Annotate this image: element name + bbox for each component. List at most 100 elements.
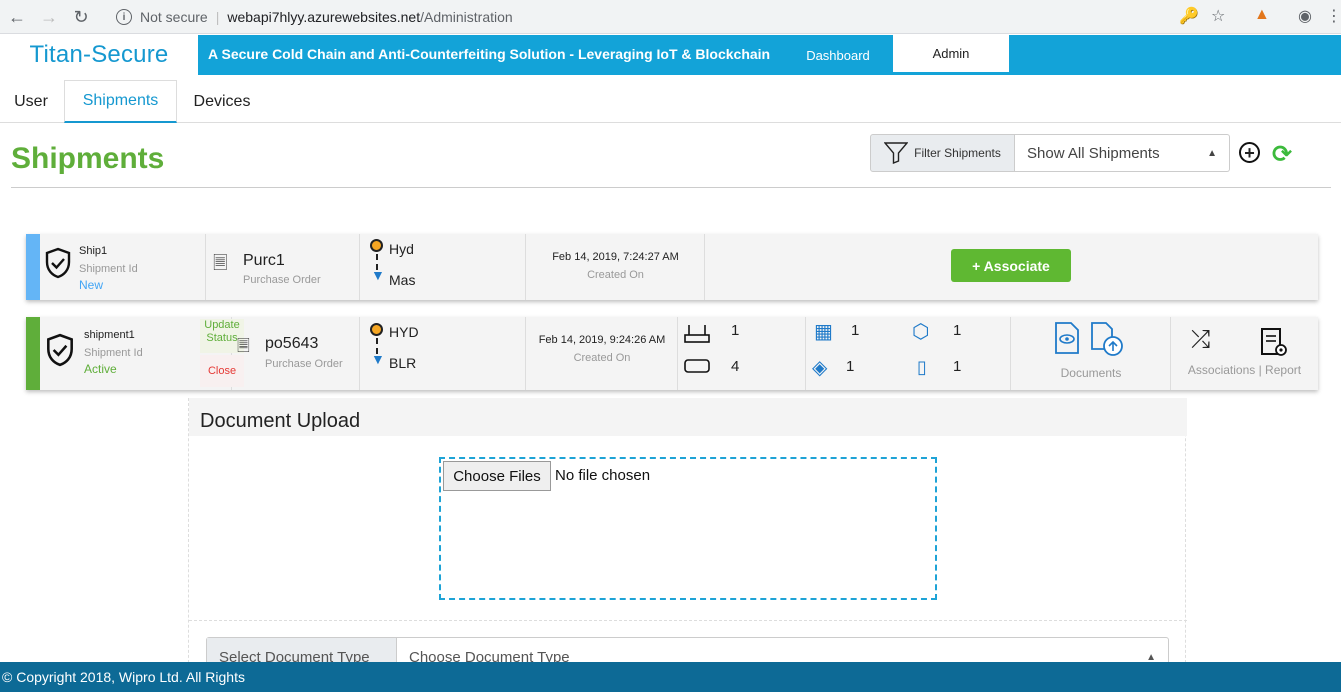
status-stripe xyxy=(26,234,40,300)
router-count: 1 xyxy=(731,322,740,339)
upload-document-icon[interactable] xyxy=(1089,321,1125,357)
shipment-filter-select[interactable]: Show All Shipments ▲ xyxy=(1015,134,1230,172)
add-shipment-icon[interactable]: + xyxy=(1239,142,1260,163)
status-badge: New xyxy=(79,278,104,292)
funnel-icon xyxy=(884,142,909,164)
route-cell: ▼ Hyd Mas xyxy=(360,234,526,300)
document-upload-title: Document Upload xyxy=(189,398,1187,436)
origin-pin-icon xyxy=(370,323,383,336)
file-drop-zone[interactable]: Choose Files No file chosen xyxy=(439,457,937,600)
nav-dashboard[interactable]: Dashboard xyxy=(788,35,888,75)
filter-button[interactable]: Filter Shipments xyxy=(870,134,1015,172)
container-count: 1 xyxy=(953,358,962,375)
status-badge: Active xyxy=(84,362,117,376)
nav-admin[interactable]: Admin xyxy=(893,35,1009,75)
po-label: Purchase Order xyxy=(243,274,321,286)
banner: A Secure Cold Chain and Anti-Counterfeit… xyxy=(198,35,1341,75)
container-icon: ▯ xyxy=(917,357,927,377)
associations-cell: ⤮ Associations | Report xyxy=(1171,317,1318,390)
view-document-icon[interactable] xyxy=(1053,321,1081,355)
key-icon[interactable]: 🔑 xyxy=(1179,6,1199,26)
created-date: Feb 14, 2019, 7:24:27 AM xyxy=(552,251,679,263)
document-upload-panel: Document Upload Choose Files No file cho… xyxy=(188,398,1187,677)
shipment-id-cell: shipment1 Shipment Id Active Update Stat… xyxy=(40,317,244,390)
star-icon[interactable]: ☆ xyxy=(1211,6,1225,26)
po-number: po5643 xyxy=(265,335,319,352)
brand-logo[interactable]: Titan-Secure xyxy=(0,35,198,75)
back-icon[interactable]: ← xyxy=(6,6,28,28)
extension-fox-icon[interactable]: ▲ xyxy=(1254,6,1270,24)
associate-button[interactable]: + Associate xyxy=(951,249,1071,282)
url-host: webapi7hlyy.azurewebsites.net xyxy=(227,9,421,25)
package-icon: ◈ xyxy=(812,357,828,379)
refresh-icon[interactable]: ⟳ xyxy=(1272,140,1292,169)
shipment-id-cell: Ship1 Shipment Id New xyxy=(40,234,206,300)
destination: Mas xyxy=(389,272,416,288)
address-bar[interactable]: i Not secure | webapi7hlyy.azurewebsites… xyxy=(104,4,1234,30)
filter-value: Show All Shipments xyxy=(1027,144,1160,162)
tray-icon xyxy=(684,359,710,373)
pallet-icon: ▦ xyxy=(814,321,833,343)
created-cell: Feb 14, 2019, 9:24:26 AM Created On xyxy=(526,317,678,390)
report-icon[interactable] xyxy=(1259,326,1289,358)
separator: | xyxy=(215,9,220,25)
admin-tabs: User Shipments Devices xyxy=(0,80,1341,123)
url-path: /Administration xyxy=(420,9,513,25)
origin: Hyd xyxy=(389,241,414,257)
reload-icon[interactable]: ↻ xyxy=(70,6,92,28)
banner-title: A Secure Cold Chain and Anti-Counterfeit… xyxy=(208,46,771,62)
info-icon[interactable]: i xyxy=(116,9,132,25)
created-label: Created On xyxy=(587,269,644,281)
package-count-cell: ▦ 1 ⬡ 1 ◈ 1 ▯ 1 xyxy=(806,317,1011,390)
po-label: Purchase Order xyxy=(265,358,343,370)
created-label: Created On xyxy=(573,352,631,364)
shipment-id-label: Shipment Id xyxy=(84,347,143,359)
shield-check-icon xyxy=(45,247,71,279)
document-icon: 🗏 xyxy=(213,253,228,273)
choose-files-button[interactable]: Choose Files xyxy=(443,461,551,491)
destination-pin-icon: ▼ xyxy=(371,351,385,367)
tab-user[interactable]: User xyxy=(0,80,62,123)
menu-icon[interactable]: ⋮ xyxy=(1326,6,1341,26)
select-arrows-icon: ▲ xyxy=(1207,147,1217,159)
destination: BLR xyxy=(389,355,417,371)
destination-pin-icon: ▼ xyxy=(371,267,385,283)
router-icon xyxy=(684,325,710,343)
origin-pin-icon xyxy=(370,239,383,252)
documents-cell: Documents xyxy=(1011,317,1171,390)
created-date: Feb 14, 2019, 9:24:26 AM xyxy=(538,334,666,346)
purchase-order-cell: 🗏 po5643 Purchase Order xyxy=(232,317,360,390)
select-arrows-icon: ▲ xyxy=(1146,651,1156,663)
device-count-cell: 1 4 xyxy=(678,317,806,390)
security-label: Not secure xyxy=(140,9,208,25)
tab-devices[interactable]: Devices xyxy=(180,80,264,123)
profile-icon[interactable]: ◉ xyxy=(1298,6,1312,26)
forward-icon[interactable]: → xyxy=(38,6,60,28)
status-stripe xyxy=(26,317,40,390)
footer-copyright: © Copyright 2018, Wipro Ltd. All Rights xyxy=(0,662,1341,692)
box-count: 1 xyxy=(953,322,962,339)
shipment-id-label: Shipment Id xyxy=(79,263,138,275)
tab-shipments[interactable]: Shipments xyxy=(64,80,177,123)
purchase-order-cell: 🗏 Purc1 Purchase Order xyxy=(206,234,360,300)
documents-label: Documents xyxy=(1060,366,1122,380)
page-title: Shipments xyxy=(11,142,165,175)
file-status: No file chosen xyxy=(555,467,651,484)
origin: HYD xyxy=(389,324,419,340)
app-header: Titan-Secure A Secure Cold Chain and Ant… xyxy=(0,35,1341,75)
associations-report-label: Associations | Report xyxy=(1187,363,1302,377)
filter-label: Filter Shipments xyxy=(914,146,1001,160)
shield-check-icon xyxy=(47,333,73,367)
associations-icon[interactable]: ⤮ xyxy=(1191,326,1210,354)
document-icon: 🗏 xyxy=(237,338,250,355)
filter-group: Filter Shipments Show All Shipments ▲ xyxy=(870,134,1230,172)
po-number: Purc1 xyxy=(243,252,285,269)
shipment-card: shipment1 Shipment Id Active Update Stat… xyxy=(26,317,1318,390)
divider xyxy=(11,187,1331,188)
divider xyxy=(189,620,1187,621)
box-icon: ⬡ xyxy=(912,321,930,343)
created-cell: Feb 14, 2019, 7:24:27 AM Created On xyxy=(526,234,705,300)
route-cell: ▼ HYD BLR xyxy=(360,317,526,390)
shipment-id: shipment1 xyxy=(84,329,135,341)
pallet-count: 1 xyxy=(851,322,860,339)
